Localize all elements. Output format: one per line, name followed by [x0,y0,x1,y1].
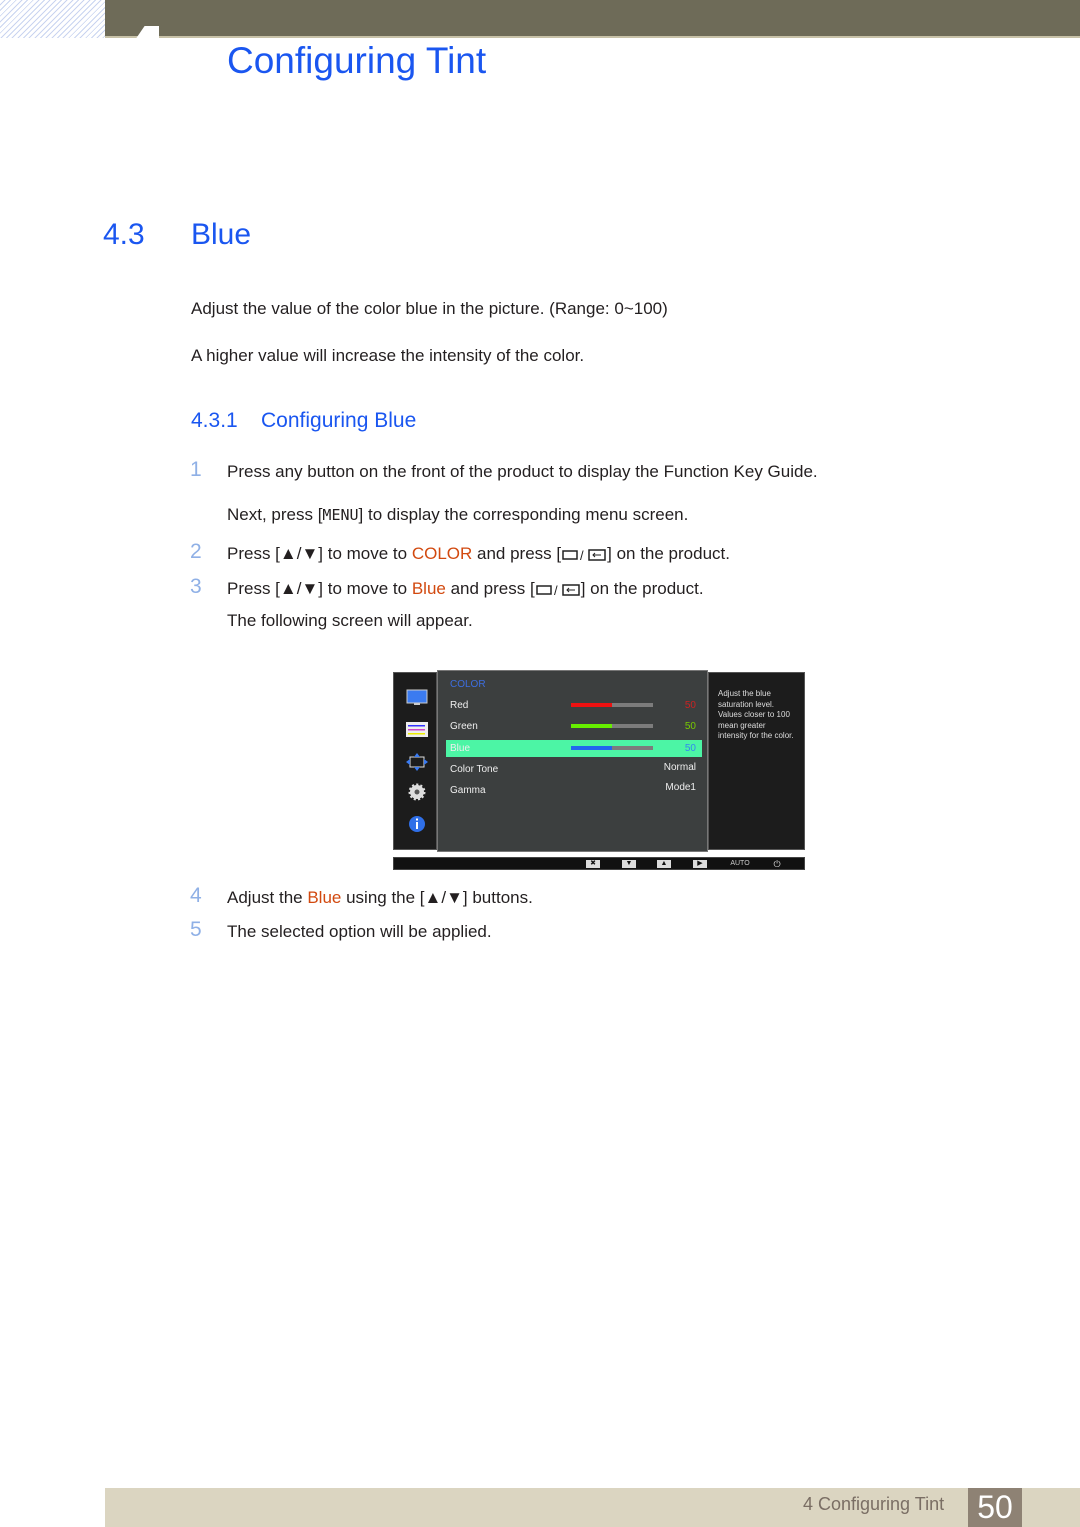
step-number: 5 [190,918,202,941]
step-text: Press [▲/▼] to move to COLOR and press [… [227,544,730,564]
gear-icon [408,783,426,801]
power-icon[interactable]: ⏻ [770,860,784,869]
text: using the [ [341,888,425,907]
osd-item-red[interactable]: Red 50 [446,697,702,714]
step-number: 4 [190,884,202,907]
text: ] on the product. [580,579,704,598]
color-icon [406,722,428,737]
text: Adjust the [227,888,308,907]
text: Press [ [227,544,280,563]
osd-menu: COLOR Red 50 Green 50 Blue 50 Color Tone Nor… [437,670,708,852]
up-down-arrow-icon: ▲/▼ [424,888,463,907]
blue-slider[interactable] [571,746,653,750]
chapter-title: Configuring Tint [227,40,487,81]
red-slider[interactable] [571,703,653,707]
slider-fill [571,746,612,750]
value: Normal [663,762,696,773]
highlight: Blue [411,579,446,598]
slider-fill [571,703,612,707]
label: Green [450,721,478,732]
subsection-number: 4.3.1 [191,409,238,432]
right-button[interactable]: ▶ [693,860,707,868]
paragraph: Adjust the value of the color blue in th… [191,299,668,318]
text: and press [ [472,544,562,563]
header-bar [105,0,1080,38]
step-text: The following screen will appear. [227,611,473,630]
svg-text:/: / [580,548,584,562]
down-button[interactable]: ▼ [622,860,636,868]
value: 50 [684,700,696,711]
text: ] buttons. [462,888,533,907]
source-enter-icon: / [535,583,580,597]
text: ] to display the corresponding menu scre… [358,505,689,524]
up-down-arrow-icon: ▲/▼ [279,579,319,598]
label: Color Tone [450,764,499,775]
osd-key-guide: ✖ ▼ ▲ ▶ AUTO ⏻ [393,857,805,870]
slider-fill [571,724,612,728]
info-icon [409,816,425,832]
section-number: 4.3 [103,218,145,251]
text: Next, press [ [227,505,323,524]
osd-help-text: Adjust the blue saturation level. Values… [708,672,805,850]
menu-key: MENU [322,506,359,524]
osd-item-gamma[interactable]: Gamma Mode1 [446,782,702,799]
step-text: Next, press [MENU] to display the corres… [227,505,688,525]
svg-text:/: / [554,583,558,597]
up-down-arrow-icon: ▲/▼ [279,544,319,563]
close-button[interactable]: ✖ [586,860,600,868]
osd-item-blue[interactable]: Blue 50 [446,740,702,757]
osd-menu-title: COLOR [450,679,486,690]
osd-sidebar [393,672,437,850]
section-title: Blue [191,218,252,251]
step-number: 1 [190,458,202,481]
text: Press [ [227,579,280,598]
subsection-title: Configuring Blue [261,409,417,432]
highlight: COLOR [411,544,473,563]
label: Gamma [450,785,486,796]
step-text: Press any button on the front of the pro… [227,462,818,481]
header-hatch [0,0,105,38]
source-enter-icon: / [562,548,606,562]
auto-button[interactable]: AUTO [727,860,753,868]
text: ] to move to [318,579,412,598]
size-position-icon [406,753,428,771]
footer-chapter: 4 Configuring Tint [803,1494,945,1514]
up-button[interactable]: ▲ [657,860,671,868]
osd-screenshot: COLOR Red 50 Green 50 Blue 50 Color Tone Nor… [393,670,805,870]
picture-icon [406,689,428,705]
osd-item-green[interactable]: Green 50 [446,718,702,735]
text: ] to move to [318,544,412,563]
text: ] on the product. [607,544,730,563]
green-slider[interactable] [571,724,653,728]
value: 50 [684,721,696,732]
step-text: The selected option will be applied. [227,922,492,941]
step-number: 2 [190,540,202,563]
osd-item-color-tone[interactable]: Color Tone Normal [446,761,702,778]
label: Blue [450,743,471,754]
value: Mode1 [665,782,696,793]
step-text: Press [▲/▼] to move to Blue and press [ /… [227,579,704,599]
paragraph: A higher value will increase the intensi… [191,346,585,365]
value: 50 [684,743,696,754]
highlight: Blue [307,888,342,907]
step-number: 3 [190,575,202,598]
text: and press [ [445,579,535,598]
step-text: Adjust the Blue using the [▲/▼] buttons. [227,888,533,908]
label: Red [450,700,469,711]
page-number: 50 [968,1488,1022,1527]
